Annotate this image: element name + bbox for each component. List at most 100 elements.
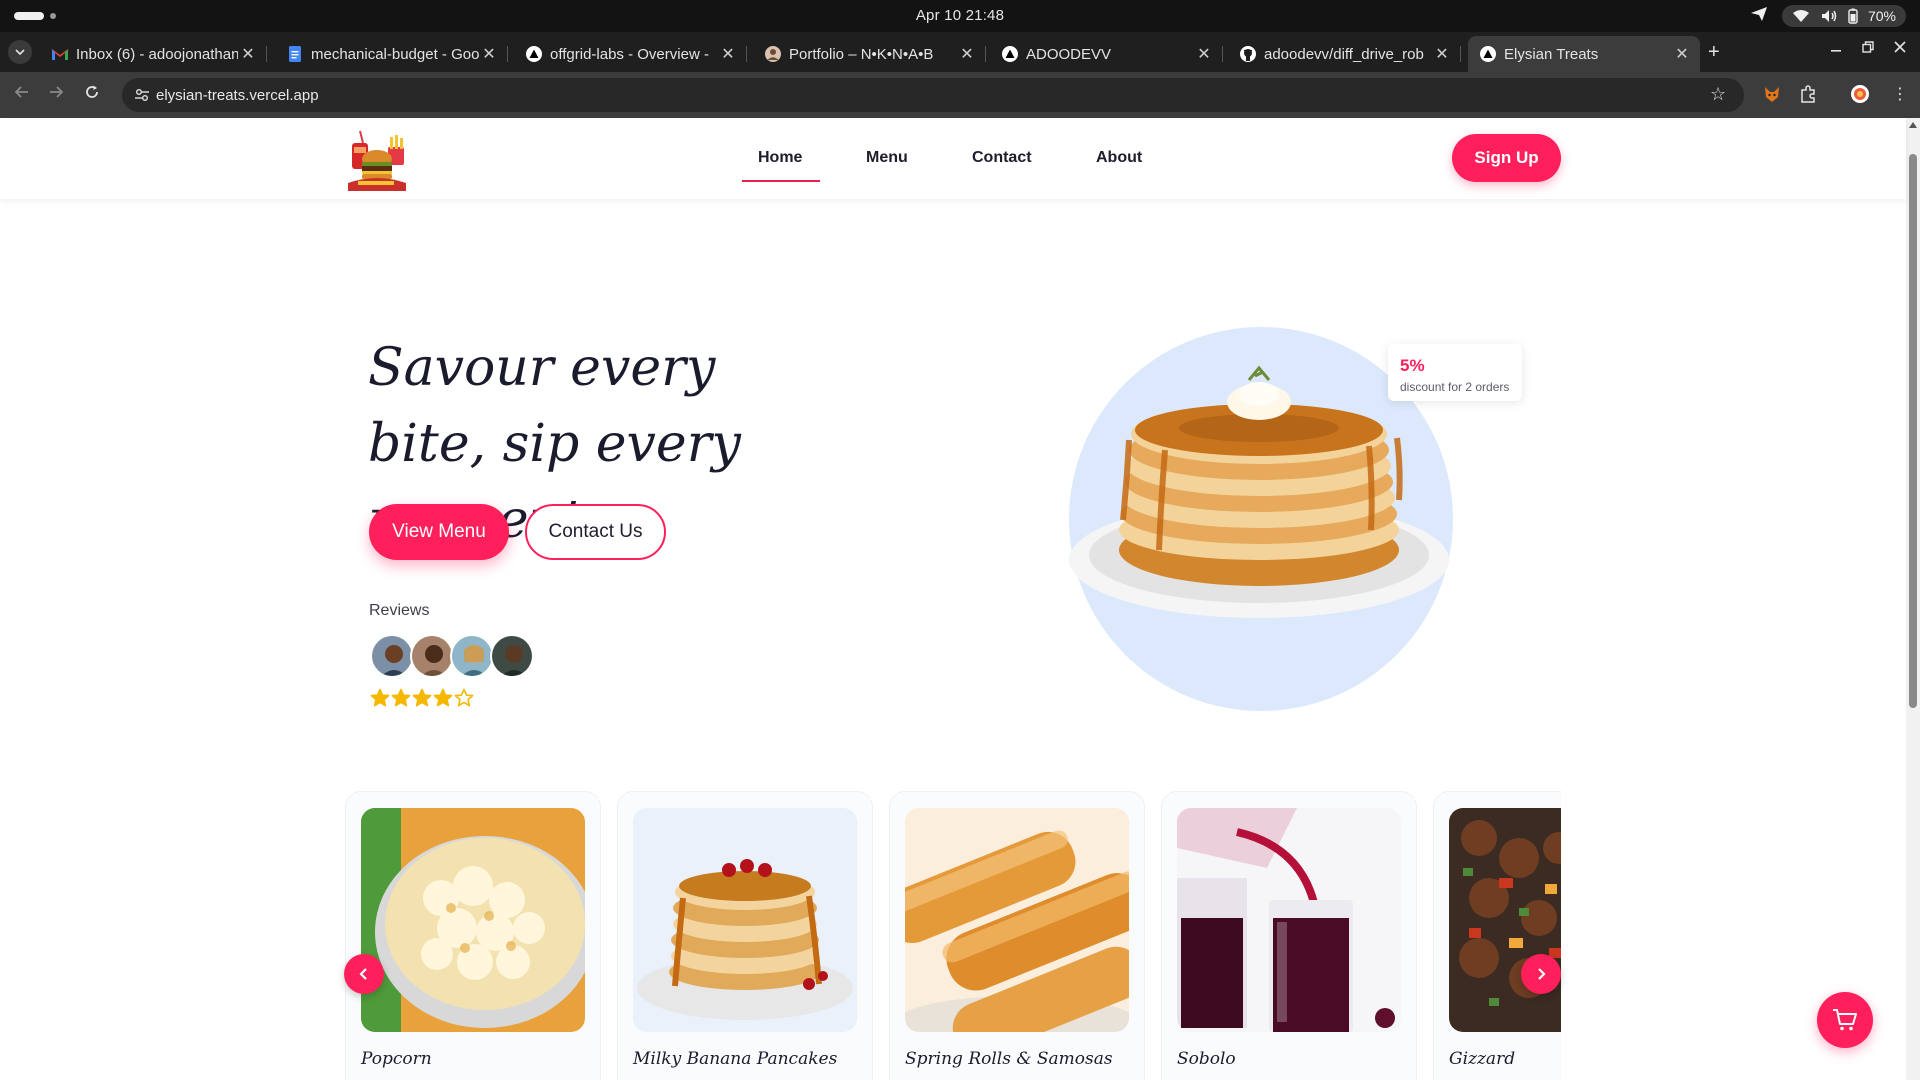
product-card-popcorn[interactable]: Popcorn [345,791,601,1080]
star-filled-icon [370,688,390,707]
tab-portfolio[interactable]: Portfolio – N•K•N•A•B ✕ [753,36,986,72]
scrollbar-thumb[interactable] [1909,154,1917,708]
product-image[interactable] [1449,808,1561,1032]
chevron-down-icon [15,49,25,55]
product-name[interactable]: Milky Banana Pancakes [633,1049,837,1069]
site-logo[interactable] [344,129,410,193]
nav-contact-link[interactable]: Contact [972,149,1032,167]
tab-title: mechanical-budget - Goo [311,45,479,63]
star-filled-icon [391,688,411,707]
vercel-icon [1002,46,1018,62]
arrow-left-icon [14,86,28,98]
profile-avatar[interactable] [1850,84,1870,109]
product-image[interactable] [633,808,857,1032]
sign-up-button[interactable]: Sign Up [1452,134,1561,182]
tab-adoodevv[interactable]: ADOODEVV ✕ [990,36,1223,72]
address-bar[interactable]: elysian-treats.vercel.app ☆ [122,78,1744,112]
product-image[interactable] [905,808,1129,1032]
chevron-right-icon [1538,968,1546,980]
view-menu-button[interactable]: View Menu [369,504,509,560]
tab-title: ADOODEVV [1026,45,1112,63]
star-filled-icon [412,688,432,707]
discount-description: discount for 2 orders [1400,380,1510,394]
product-card-pancakes[interactable]: Milky Banana Pancakes [617,791,873,1080]
tab-title: offgrid-labs - Overview - [550,45,709,63]
star-filled-icon [433,688,453,707]
carousel-next-button[interactable] [1521,954,1561,994]
product-card-sobolo[interactable]: Sobolo [1161,791,1417,1080]
restore-button[interactable] [1862,40,1874,56]
reload-icon [86,85,98,98]
product-image[interactable] [361,808,585,1032]
close-window-button[interactable] [1894,40,1906,56]
avatar-icon [765,46,781,62]
rating-stars [370,688,474,708]
product-name[interactable]: Popcorn [361,1049,432,1069]
bookmark-star-icon[interactable]: ☆ [1710,84,1730,104]
close-icon[interactable]: ✕ [1672,44,1692,64]
scroll-up-arrow-icon[interactable] [1909,122,1917,128]
volume-icon [1820,9,1838,23]
gmail-icon [52,46,68,62]
extensions-puzzle-icon[interactable] [1798,84,1818,109]
avatar [450,634,494,678]
close-icon[interactable]: ✕ [1194,44,1214,64]
extension-fox-icon[interactable] [1762,84,1782,109]
hero-title-line-1: Savour every [368,338,716,398]
wifi-icon [1792,9,1810,23]
reload-button[interactable] [84,84,100,105]
os-top-bar: Apr 10 21:48 70% [0,0,1920,32]
system-clock[interactable]: Apr 10 21:48 [0,7,1920,24]
product-name[interactable]: Sobolo [1177,1049,1236,1069]
close-icon [1894,41,1906,53]
carousel-prev-button[interactable] [344,954,384,994]
contact-us-button[interactable]: Contact Us [525,504,666,560]
product-card-spring-rolls[interactable]: Spring Rolls & Samosas [889,791,1145,1080]
close-icon[interactable]: ✕ [1432,44,1452,64]
nav-about-link[interactable]: About [1096,149,1142,167]
close-icon[interactable]: ✕ [238,44,258,64]
page-scrollbar[interactable] [1906,118,1920,1080]
minimize-button[interactable] [1830,40,1842,56]
cart-button[interactable] [1817,992,1873,1048]
star-empty-icon [454,688,474,707]
send-icon[interactable] [1750,6,1768,27]
close-icon[interactable]: ✕ [957,44,977,64]
tab-elysian-treats[interactable]: Elysian Treats ✕ [1468,36,1700,72]
tab-offgrid[interactable]: offgrid-labs - Overview - ✕ [514,36,747,72]
close-icon[interactable]: ✕ [718,44,738,64]
tab-title: Elysian Treats [1504,45,1599,63]
browser-tab-strip: Inbox (6) - adoojonathan ✕ mechanical-bu… [0,32,1920,72]
product-image[interactable] [1177,808,1401,1032]
avatar [370,634,414,678]
nav-menu-link[interactable]: Menu [866,149,908,167]
url-text[interactable]: elysian-treats.vercel.app [156,87,319,104]
forward-button[interactable] [48,84,64,105]
close-icon[interactable]: ✕ [479,44,499,64]
tab-github[interactable]: adoodevv/diff_drive_rob ✕ [1228,36,1461,72]
docs-icon [287,46,303,62]
product-name[interactable]: Gizzard [1449,1049,1515,1069]
back-button[interactable] [14,84,30,105]
vercel-icon [526,46,542,62]
new-tab-button[interactable]: + [1708,42,1720,62]
nav-home-link[interactable]: Home [758,149,802,167]
discount-percent: 5% [1400,356,1425,375]
minimize-icon [1831,50,1841,52]
tab-search-button[interactable] [8,40,32,64]
battery-icon [1848,8,1858,24]
system-tray[interactable]: 70% [1781,5,1906,27]
product-card-gizzard[interactable]: Gizzard [1433,791,1561,1080]
site-header: Home Menu Contact About Sign Up [0,118,1906,199]
tab-gmail[interactable]: Inbox (6) - adoojonathan ✕ [40,36,267,72]
kebab-menu-icon[interactable]: ⋮ [1892,84,1908,104]
reviewer-avatars [370,634,540,678]
arrow-right-icon [50,86,64,98]
tab-docs[interactable]: mechanical-budget - Goo ✕ [275,36,508,72]
product-name[interactable]: Spring Rolls & Samosas [905,1049,1113,1069]
vercel-icon [1480,46,1496,62]
github-icon [1240,46,1256,62]
avatar [410,634,454,678]
tab-title: Portfolio – N•K•N•A•B [789,45,934,63]
site-settings-icon[interactable] [134,87,150,108]
